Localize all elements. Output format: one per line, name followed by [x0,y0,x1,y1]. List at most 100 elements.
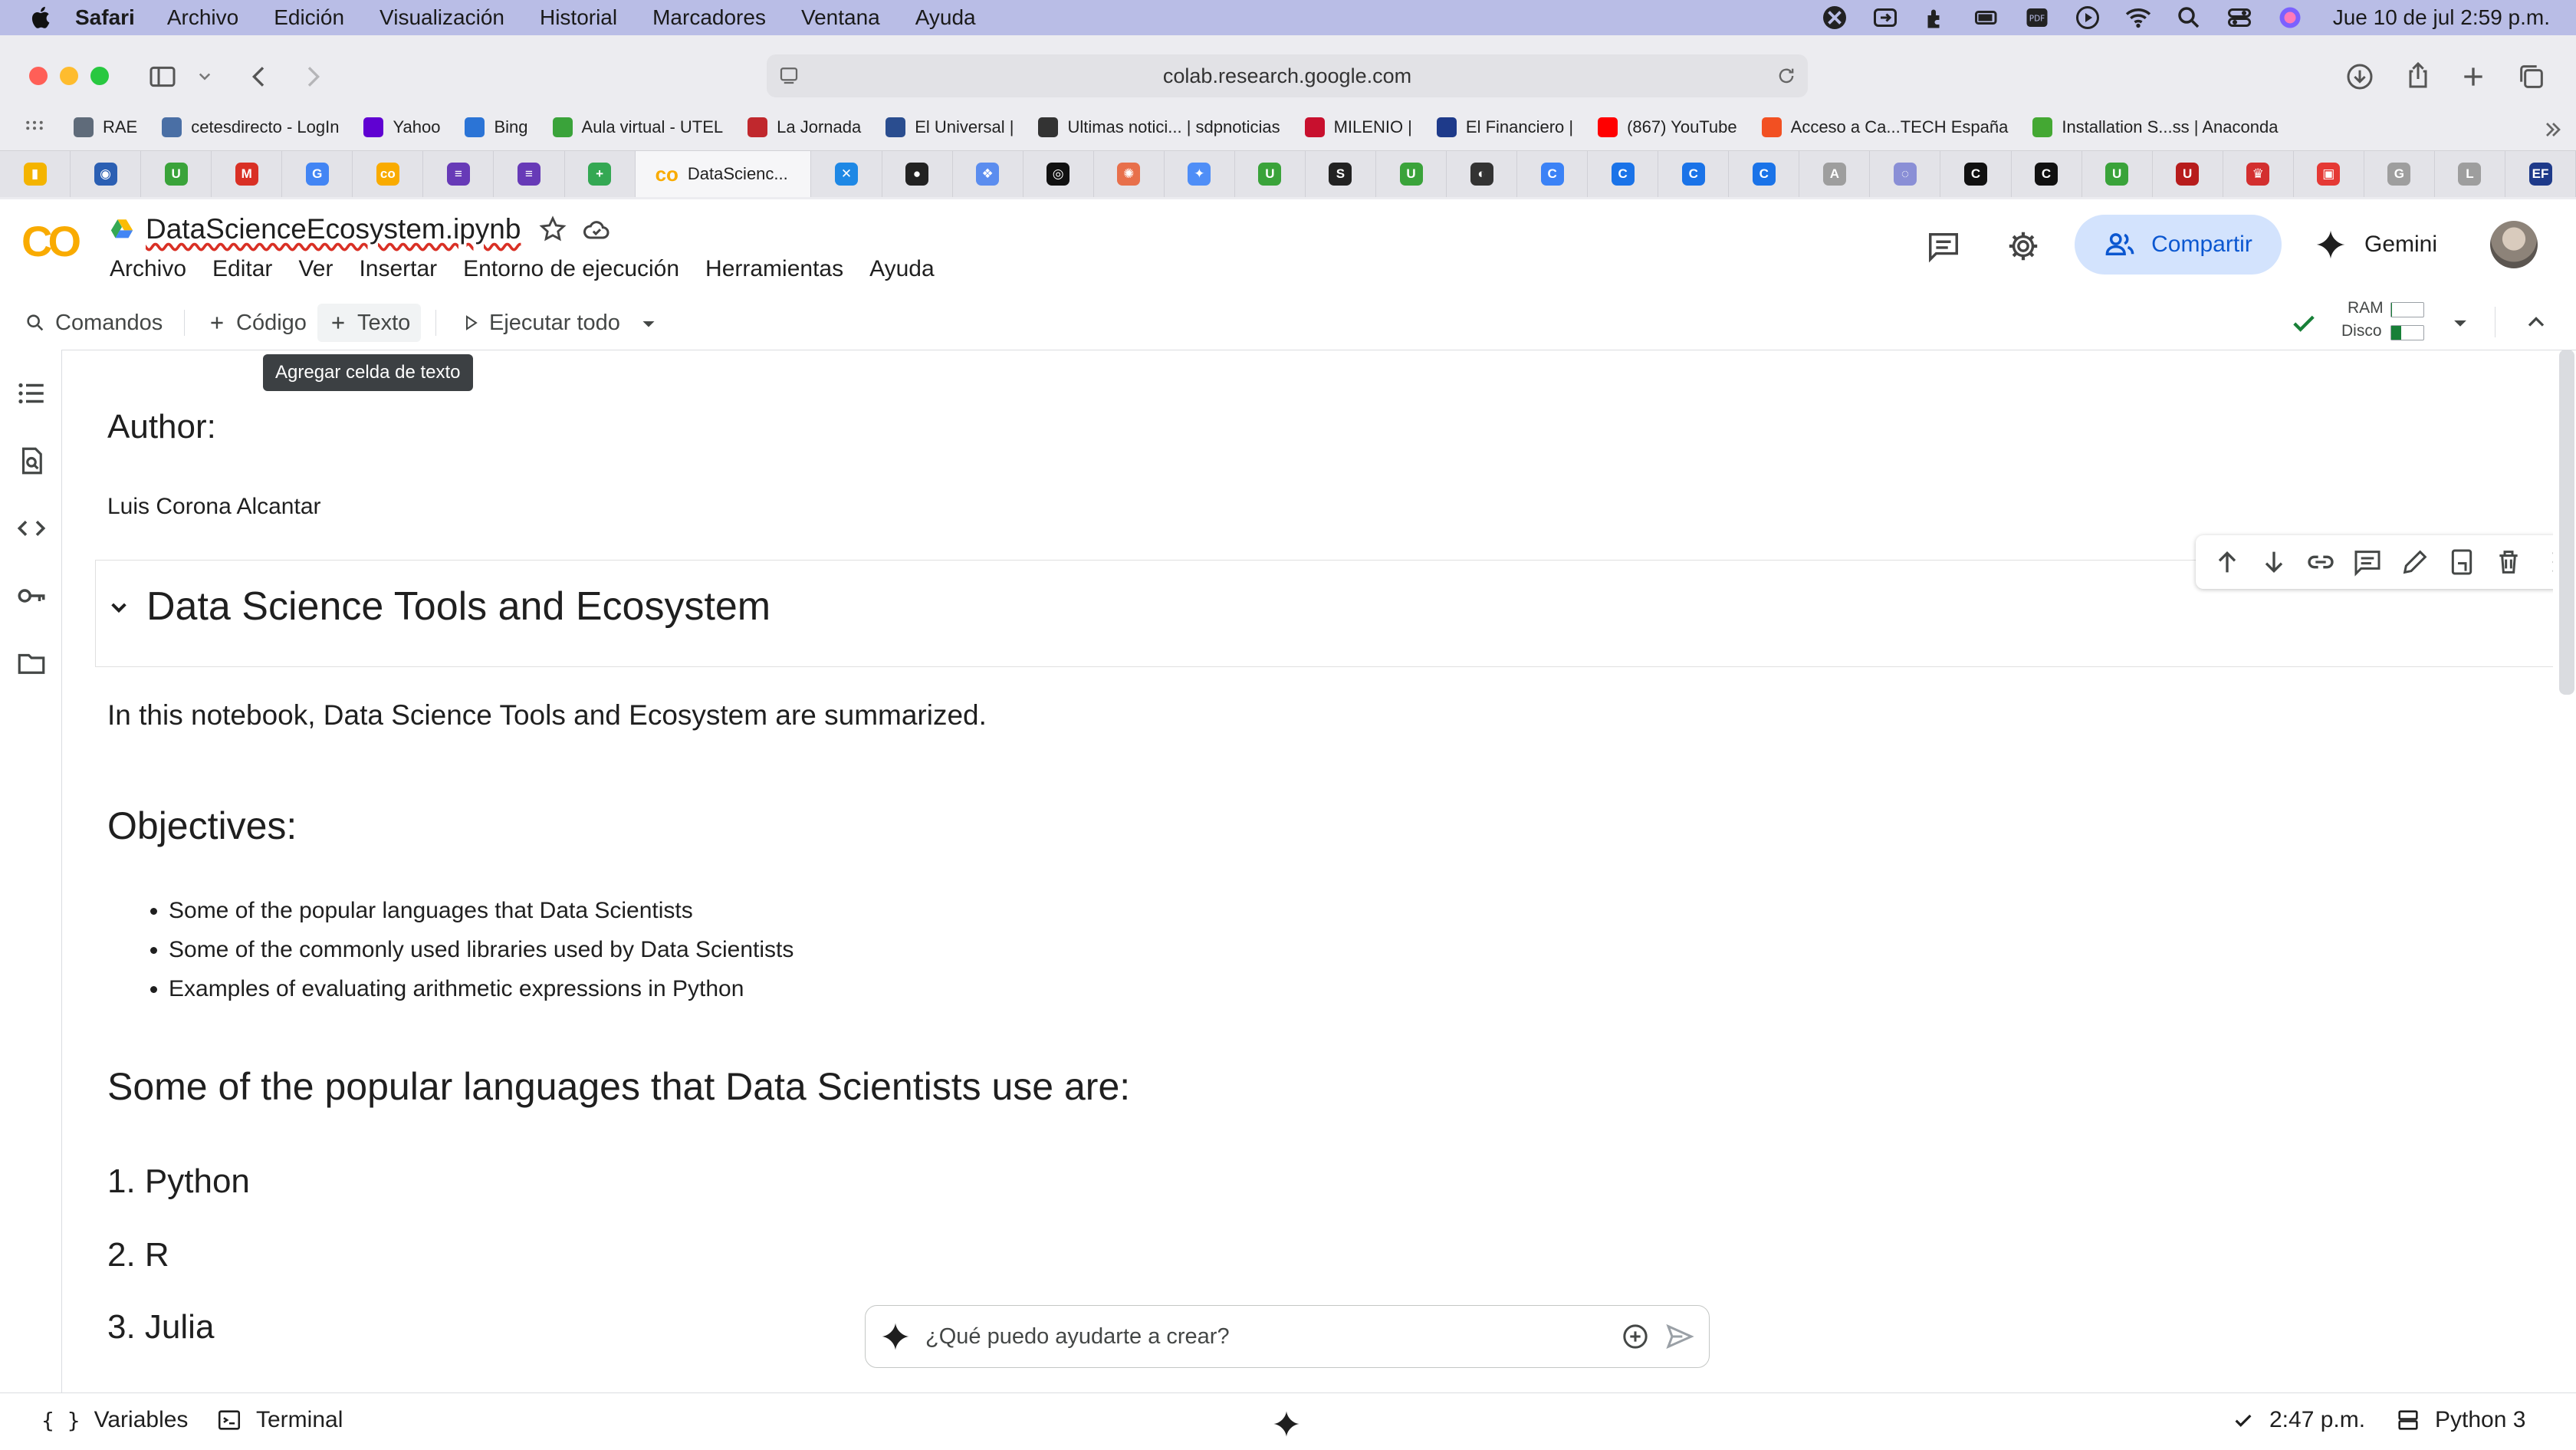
bookmark-item[interactable]: Acceso a Ca...TECH España [1761,117,2008,137]
browser-tab[interactable]: A [1799,151,1871,197]
mirror-cell-icon[interactable] [2446,547,2477,577]
bookmark-item[interactable]: Yahoo [363,117,440,137]
bookmark-item[interactable]: Installation S...ss | Anaconda [2032,117,2278,137]
sidebar-icon[interactable] [147,61,178,92]
variables-button[interactable]: { } Variables [41,1407,188,1433]
downloads-icon[interactable] [2344,61,2375,92]
files-folder-icon[interactable] [15,647,48,679]
settings-gear-icon[interactable] [2006,229,2041,264]
browser-tab[interactable]: C [1517,151,1589,197]
browser-tab[interactable]: ♛ [2223,151,2294,197]
menu-visualizacion[interactable]: Visualización [380,5,504,30]
move-cell-up-icon[interactable] [2212,547,2242,577]
menu-ayuda[interactable]: Ayuda [915,5,976,30]
runtime-indicator[interactable]: Python 3 [2395,1407,2525,1433]
terminal-button[interactable]: Terminal [216,1407,343,1433]
bookmark-item[interactable]: RAE [74,117,137,137]
menu-archivo[interactable]: Archivo [167,5,238,30]
send-icon[interactable] [1664,1321,1695,1352]
browser-tab[interactable]: C [1588,151,1659,197]
menu-app-name[interactable]: Safari [75,5,135,30]
add-attachment-icon[interactable] [1620,1321,1651,1352]
siri-icon[interactable] [2276,4,2304,31]
bookmark-item[interactable]: MILENIO | [1304,117,1412,137]
bookmark-item[interactable]: Aula virtual - UTEL [552,117,723,137]
delete-cell-icon[interactable] [2493,547,2524,577]
browser-tab[interactable]: U [141,151,212,197]
menu-file[interactable]: Archivo [110,256,186,282]
gemini-button[interactable]: Gemini [2314,215,2437,275]
add-code-button[interactable]: Código [196,304,317,342]
browser-tab[interactable]: U [2082,151,2153,197]
browser-tab[interactable]: + [565,151,636,197]
browser-tab[interactable]: co [353,151,424,197]
gemini-prompt-box[interactable]: ¿Qué puedo ayudarte a crear? [865,1305,1710,1368]
menu-help[interactable]: Ayuda [869,256,935,282]
run-all-button[interactable]: Ejecutar todo [451,304,631,342]
bookmark-item[interactable]: Bing [465,117,528,137]
last-run-status[interactable]: 2:47 p.m. [2231,1407,2365,1433]
play-icon[interactable] [2074,4,2101,31]
cloud-saved-icon[interactable] [581,215,612,245]
commands-button[interactable]: Comandos [14,304,173,342]
chevron-down-icon[interactable] [193,64,216,87]
menu-ventana[interactable]: Ventana [801,5,880,30]
connected-check-icon[interactable] [2288,307,2320,339]
table-of-contents-icon[interactable] [15,377,48,409]
resources-dropdown-icon[interactable] [2446,308,2475,337]
browser-tab[interactable]: S [1306,151,1376,197]
pdf-icon[interactable]: PDF [2023,4,2051,31]
secrets-key-icon[interactable] [15,580,48,612]
bookmark-item[interactable]: El Universal | [886,117,1014,137]
zoom-window-button[interactable] [90,67,109,85]
add-text-button[interactable]: Texto [317,304,422,342]
wifi-icon[interactable] [2124,4,2152,31]
star-icon[interactable] [538,215,567,244]
browser-tab[interactable]: C [1729,151,1800,197]
menubar-clock[interactable]: Jue 10 de jul 2:59 p.m. [2333,5,2550,30]
colab-logo[interactable]: CO [21,216,81,266]
bookmark-item[interactable]: Ultimas notici... | sdpnoticias [1038,117,1280,137]
add-comment-icon[interactable] [2352,547,2383,577]
browser-tab[interactable]: ◉ [71,151,142,197]
browser-tab[interactable]: ● [882,151,953,197]
menu-tools[interactable]: Herramientas [705,256,843,282]
minimize-window-button[interactable] [60,67,78,85]
browser-tab[interactable]: ◐ [1447,151,1518,197]
code-snippets-icon[interactable] [15,512,48,544]
menu-runtime[interactable]: Entorno de ejecución [463,256,679,282]
more-options-icon[interactable] [2540,547,2553,577]
address-bar[interactable]: colab.research.google.com [767,54,1808,97]
notebook-title[interactable]: DataScienceEcosystem.ipynb [146,213,521,245]
browser-tab[interactable]: U [1235,151,1306,197]
puzzle-icon[interactable] [1922,4,1950,31]
edit-pencil-icon[interactable] [2400,547,2430,577]
move-cell-down-icon[interactable] [2259,547,2289,577]
apple-icon[interactable] [28,4,55,31]
browser-tab[interactable]: M [212,151,283,197]
page-settings-icon[interactable] [777,64,800,87]
ram-meter[interactable] [2390,302,2424,317]
browser-tab[interactable]: ◎ [1024,151,1094,197]
bookmark-item[interactable]: El Financiero | [1436,117,1573,137]
browser-tab[interactable]: ▮ [0,151,71,197]
bookmark-item[interactable]: (867) YouTube [1598,117,1737,137]
browser-tab[interactable]: ◌ [1870,151,1941,197]
disk-meter[interactable] [2390,325,2424,340]
gemini-prompt-placeholder[interactable]: ¿Qué puedo ayudarte a crear? [925,1324,1230,1350]
browser-tab[interactable]: ▣ [2294,151,2364,197]
collapse-header-icon[interactable] [2522,308,2550,336]
browser-tab[interactable]: C [1658,151,1730,197]
run-options-dropdown-icon[interactable] [635,310,662,337]
browser-tab[interactable]: L [2435,151,2505,197]
user-avatar[interactable] [2490,221,2538,268]
accessibility-icon[interactable] [1821,4,1848,31]
find-replace-icon[interactable] [15,445,48,477]
reload-icon[interactable] [1776,65,1797,87]
browser-tab[interactable]: C [1940,151,2012,197]
more-bookmarks-icon[interactable] [2541,117,2565,142]
browser-tab[interactable]: U [2153,151,2223,197]
menu-insert[interactable]: Insertar [359,256,437,282]
control-center-icon[interactable] [2226,4,2253,31]
menu-marcadores[interactable]: Marcadores [652,5,766,30]
